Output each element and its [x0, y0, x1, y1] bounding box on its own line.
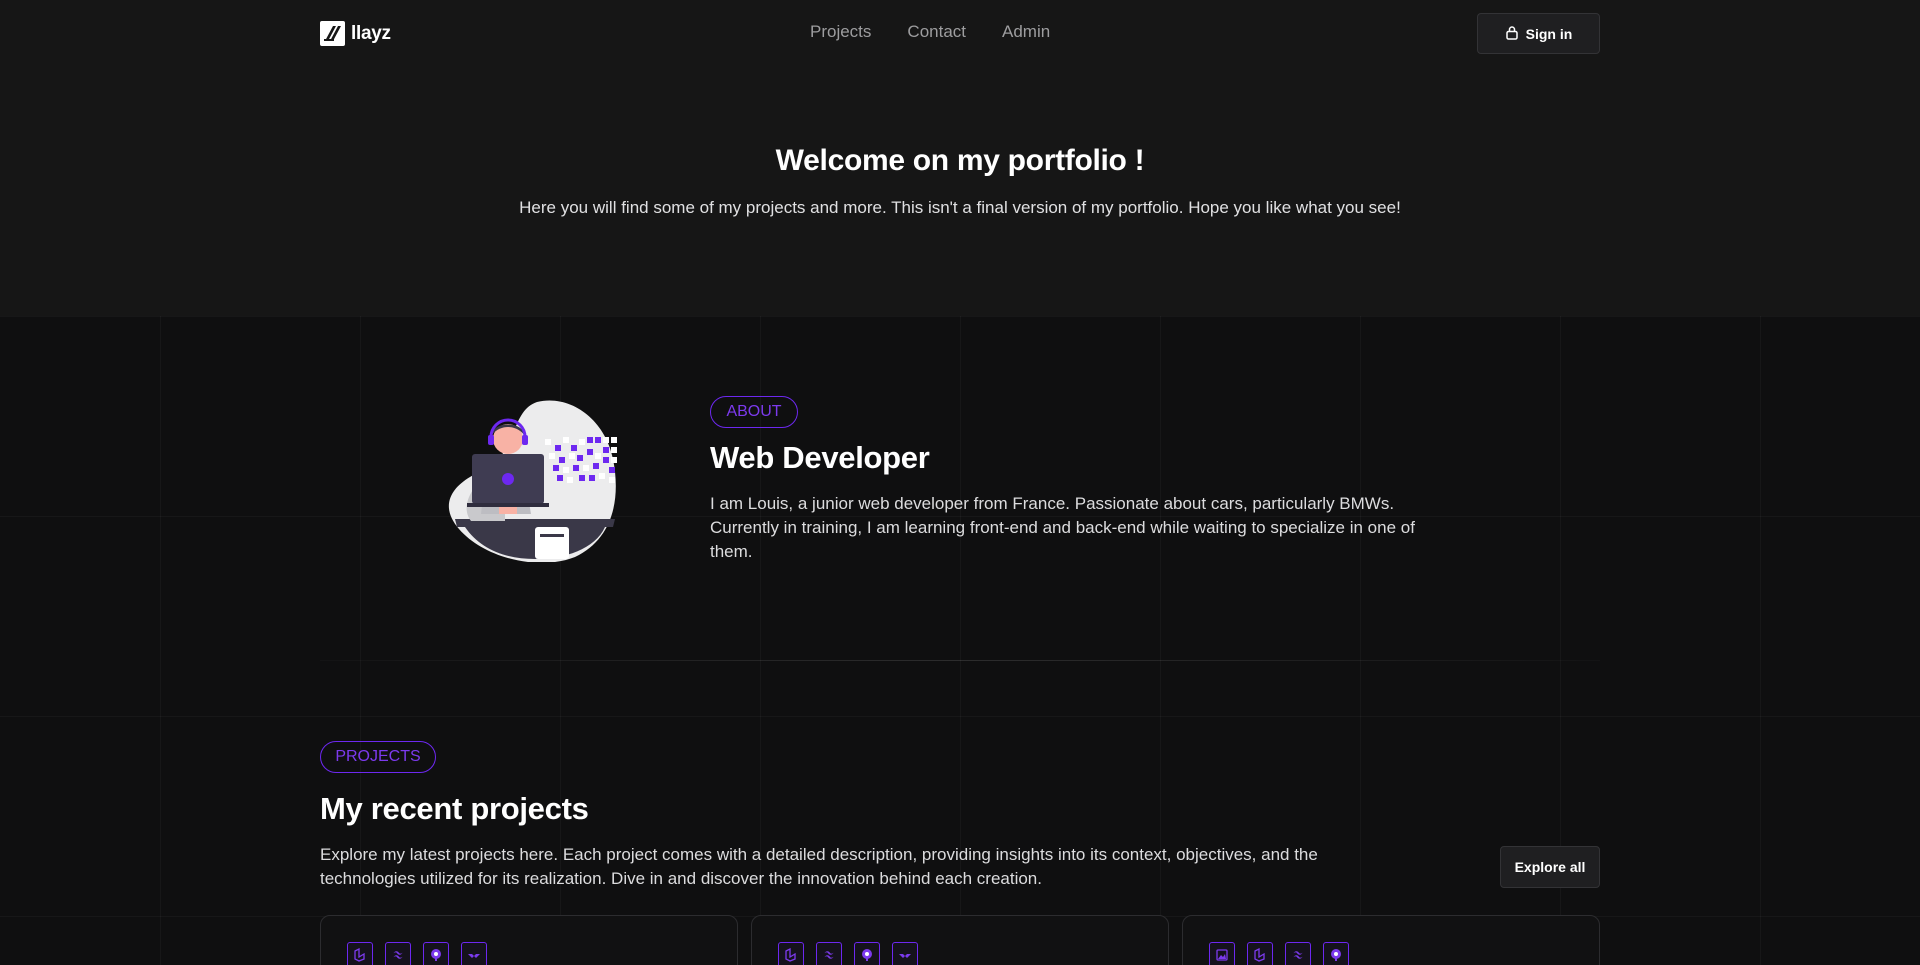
laravel-icon: [778, 942, 804, 965]
section-divider: [320, 660, 1600, 661]
about-badge: ABOUT: [710, 396, 798, 428]
about-text: I am Louis, a junior web developer from …: [710, 494, 1415, 561]
laravel-icon: [1247, 942, 1273, 965]
alpine-icon: [892, 942, 918, 965]
projects-title: My recent projects: [320, 791, 589, 826]
projects-text: Explore my latest projects here. Each pr…: [320, 845, 1318, 888]
image-icon: [1209, 942, 1235, 965]
tech-stack: [778, 942, 918, 965]
brand-logo[interactable]: llayz: [320, 21, 391, 46]
lock-icon: [1505, 25, 1519, 43]
php-icon: [854, 942, 880, 965]
tailwind-icon: [1285, 942, 1311, 965]
nav-link-projects[interactable]: Projects: [810, 22, 871, 42]
logo-icon: [320, 21, 345, 46]
project-card-3[interactable]: [1182, 915, 1600, 965]
php-icon: [1323, 942, 1349, 965]
tailwind-icon: [385, 942, 411, 965]
laravel-icon: [347, 942, 373, 965]
tech-stack: [1209, 942, 1349, 965]
php-icon: [423, 942, 449, 965]
tech-stack: [347, 942, 487, 965]
hero-title: Welcome on my portfolio !: [775, 144, 1145, 177]
nav-link-contact[interactable]: Contact: [907, 22, 966, 42]
brand-name: llayz: [351, 22, 391, 44]
about-title: Web Developer: [710, 440, 930, 475]
explore-all-button[interactable]: Explore all: [1500, 846, 1600, 888]
site-header: llayz Projects Contact Admin Sign in: [0, 0, 1920, 66]
hero-section: Welcome on my portfolio ! Here you will …: [0, 66, 1920, 316]
project-card-1[interactable]: [320, 915, 738, 965]
alpine-icon: [461, 942, 487, 965]
main-nav: Projects Contact Admin: [810, 22, 1050, 42]
sign-in-button[interactable]: Sign in: [1477, 13, 1600, 54]
sign-in-label: Sign in: [1525, 25, 1573, 42]
tailwind-icon: [816, 942, 842, 965]
project-card-2[interactable]: [751, 915, 1169, 965]
hero-subtitle: Here you will find some of my projects a…: [519, 198, 1401, 217]
projects-badge: PROJECTS: [320, 741, 436, 773]
developer-illustration: [445, 399, 635, 563]
nav-link-admin[interactable]: Admin: [1002, 22, 1050, 42]
